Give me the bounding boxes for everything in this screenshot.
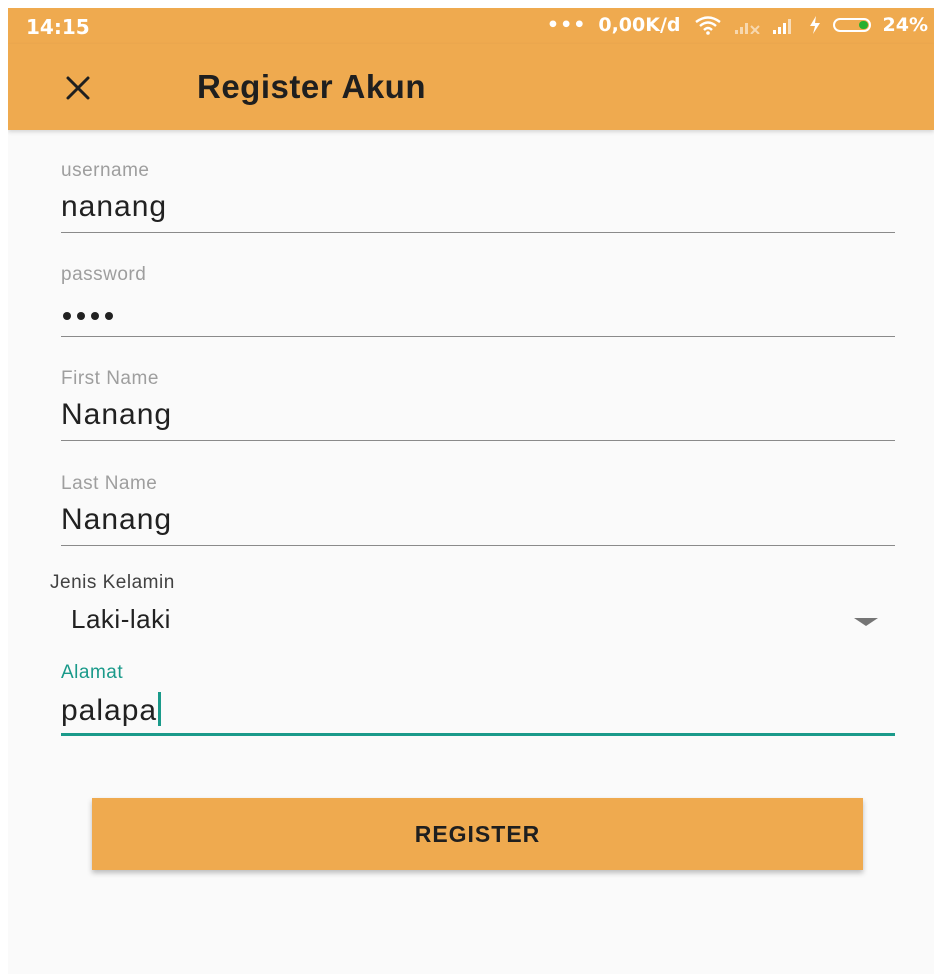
address-input-text: palapa	[61, 694, 158, 727]
password-label: password	[61, 264, 147, 285]
last-name-input[interactable]: Nanang	[61, 503, 172, 537]
close-icon	[66, 76, 90, 100]
address-input[interactable]: palapa	[61, 692, 162, 728]
screen: 14:15 ••• 0,00K/d 24% Register Akun user…	[8, 8, 934, 974]
signal-icon	[772, 16, 797, 34]
status-bar: 14:15 ••• 0,00K/d 24%	[8, 8, 934, 44]
page-title: Register Akun	[197, 68, 426, 105]
username-input[interactable]: nanang	[61, 190, 167, 224]
wifi-icon	[693, 15, 723, 35]
gender-dropdown[interactable]: Laki-laki	[50, 598, 880, 642]
status-right-group: ••• 0,00K/d 24%	[547, 14, 928, 36]
first-name-input[interactable]: Nanang	[61, 398, 172, 432]
dropdown-arrow-icon	[854, 618, 878, 626]
last-name-underline	[61, 545, 895, 546]
signal-no-sim-icon	[734, 16, 761, 34]
last-name-label: Last Name	[61, 473, 158, 494]
status-time: 14:15	[26, 15, 90, 39]
password-input[interactable]	[63, 312, 113, 320]
address-underline	[61, 733, 895, 736]
first-name-underline	[61, 440, 895, 441]
gender-label: Jenis Kelamin	[50, 572, 175, 593]
text-cursor	[158, 692, 162, 726]
username-underline	[61, 232, 895, 233]
register-button[interactable]: REGISTER	[92, 798, 863, 870]
network-speed: 0,00K/d	[598, 14, 681, 36]
password-underline	[61, 336, 895, 337]
charging-icon	[809, 16, 821, 34]
address-label: Alamat	[61, 662, 124, 683]
username-label: username	[61, 160, 150, 181]
gender-selected-value: Laki-laki	[71, 604, 171, 634]
close-button[interactable]	[58, 68, 98, 108]
battery-icon	[832, 18, 871, 32]
first-name-label: First Name	[61, 368, 159, 389]
battery-percent: 24%	[882, 14, 928, 36]
more-dots-icon: •••	[546, 14, 587, 36]
app-bar: Register Akun	[8, 44, 934, 130]
